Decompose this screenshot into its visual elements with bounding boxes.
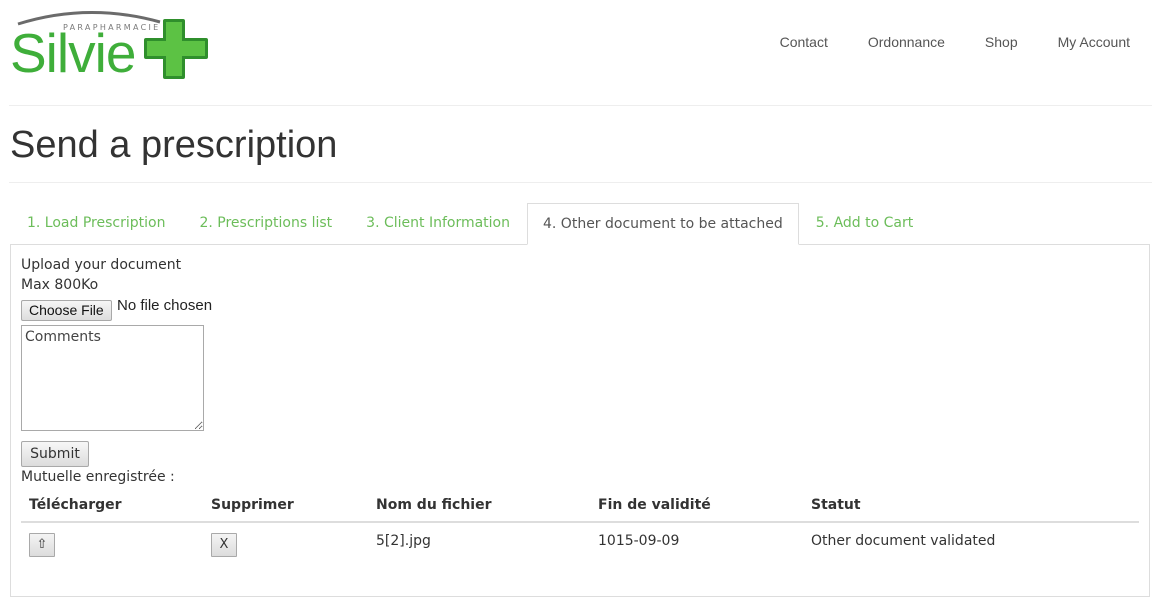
header-divider [9, 105, 1152, 106]
logo-wordmark: Silvie [10, 22, 136, 84]
download-cell: ⇧ [21, 522, 203, 567]
validity-text: 1015-09-09 [598, 533, 680, 549]
title-divider [9, 182, 1152, 183]
tab-prescriptions-list[interactable]: 2. Prescriptions list [182, 203, 349, 244]
comments-textarea[interactable] [21, 325, 204, 431]
table-row: ⇧ X 5[2].jpg 1015-09-09 Other document v… [21, 522, 1139, 567]
header-status: Statut [803, 489, 1139, 523]
header-download: Télécharger [21, 489, 203, 523]
submit-button[interactable]: Submit [21, 441, 89, 467]
tab-load-prescription[interactable]: 1. Load Prescription [10, 203, 182, 244]
filename-cell: 5[2].jpg [368, 522, 590, 567]
upload-label: Upload your document [21, 257, 182, 273]
header-filename: Nom du fichier [368, 489, 590, 523]
filename-text: 5[2].jpg [376, 533, 431, 549]
header-delete: Supprimer [203, 489, 368, 523]
validity-cell: 1015-09-09 [590, 522, 803, 567]
header-validity-end: Fin de validité [590, 489, 803, 523]
max-size-label: Max 800Ko [21, 277, 99, 293]
choose-file-button[interactable]: Choose File [21, 300, 112, 321]
status-text: Other document validated [811, 533, 996, 549]
site-logo[interactable]: PARAPHARMACIE Silvie [8, 8, 213, 86]
delete-cell: X [203, 522, 368, 567]
table-header-row: Télécharger Supprimer Nom du fichier Fin… [21, 489, 1139, 523]
tab-client-information[interactable]: 3. Client Information [349, 203, 527, 244]
status-cell: Other document validated [803, 522, 1139, 567]
nav-my-account[interactable]: My Account [1058, 33, 1130, 51]
tab-other-document[interactable]: 4. Other document to be attached [527, 203, 799, 245]
documents-table: Télécharger Supprimer Nom du fichier Fin… [21, 489, 1139, 567]
upload-arrow-icon[interactable]: ⇧ [29, 533, 55, 557]
nav-ordonnance[interactable]: Ordonnance [868, 33, 945, 51]
main-nav: Contact Ordonnance Shop My Account [740, 33, 1130, 51]
tab-add-to-cart[interactable]: 5. Add to Cart [799, 203, 930, 244]
registered-label: Mutuelle enregistrée : [21, 469, 175, 485]
nav-contact[interactable]: Contact [780, 33, 828, 51]
nav-shop[interactable]: Shop [985, 33, 1018, 51]
page-title: Send a prescription [10, 124, 338, 166]
file-status-text: No file chosen [117, 297, 213, 314]
step-tabs: 1. Load Prescription 2. Prescriptions li… [10, 203, 930, 245]
delete-button[interactable]: X [211, 533, 237, 557]
